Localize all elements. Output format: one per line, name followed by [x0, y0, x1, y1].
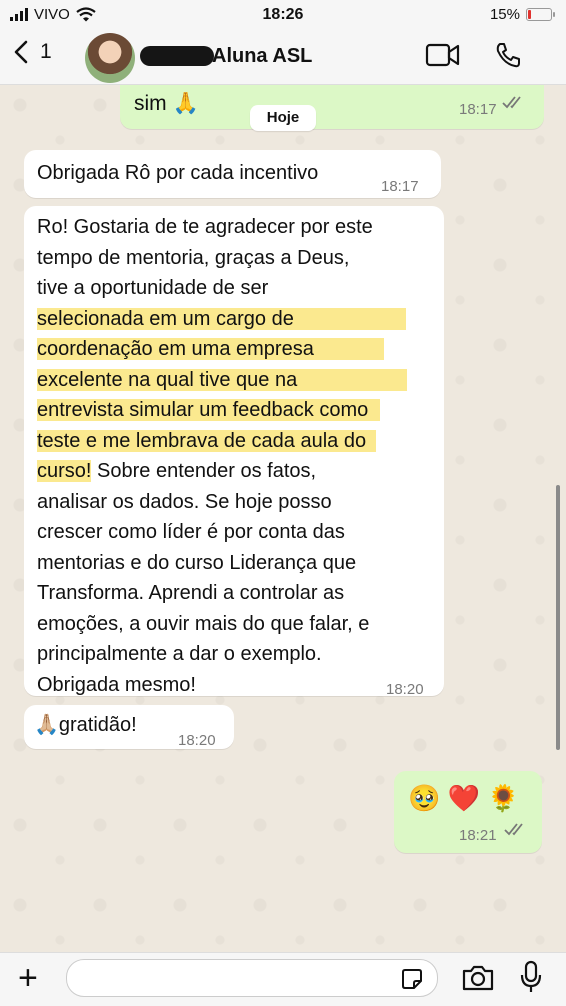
redacted-name: [140, 46, 214, 66]
back-chevron-icon: [14, 40, 28, 64]
message-text: sim 🙏: [134, 92, 199, 115]
message-time: 18:20: [178, 732, 216, 749]
double-check-icon: [502, 96, 521, 109]
message-emojis: 🥹 ❤️ 🌻: [408, 783, 520, 813]
message-line: emoções, a ouvir mais do que falar, e: [37, 612, 370, 635]
battery-icon: [526, 8, 555, 21]
highlighted-line: excelente na qual tive que na: [37, 368, 408, 391]
message-body: Ro! Gostaria de te agradecer por este te…: [37, 212, 408, 700]
microphone-icon[interactable]: [520, 960, 542, 994]
battery-group: 15%: [489, 6, 555, 23]
message-line: principalmente a dar o exemplo.: [37, 643, 322, 665]
message-time: 18:17: [459, 101, 497, 118]
message-time: 18:17: [381, 178, 419, 195]
clock: 18:26: [262, 6, 304, 23]
message-text: 🙏🏼gratidão!: [34, 714, 137, 736]
battery-percent: 15%: [489, 6, 520, 23]
sticker-icon[interactable]: [401, 968, 423, 990]
message-incoming[interactable]: Obrigada Rô por cada incentivo 18:17: [24, 150, 441, 198]
message-incoming[interactable]: 🙏🏼gratidão! 18:20: [24, 705, 234, 749]
contact-name[interactable]: Aluna ASL: [212, 45, 312, 68]
video-call-icon[interactable]: [425, 42, 461, 68]
highlighted-line: teste e me lembrava de cada aula do: [37, 429, 377, 452]
double-check-icon: [504, 823, 523, 836]
unread-count: 1: [40, 40, 52, 63]
message-time: 18:21: [459, 827, 497, 844]
date-separator: Hoje: [250, 105, 316, 131]
chat-area[interactable]: sim 🙏 18:17 Hoje Obrigada Rô por cada in…: [0, 85, 566, 952]
message-line: Sobre entender os fatos,: [91, 460, 317, 482]
plus-icon[interactable]: +: [18, 961, 38, 995]
message-line: Ro! Gostaria de te agradecer por este: [37, 216, 373, 238]
avatar[interactable]: [85, 33, 135, 83]
chat-header: 1 Aluna ASL: [0, 32, 566, 85]
message-text: Obrigada Rô por cada incentivo: [37, 162, 319, 184]
status-bar: VIVO 18:26 15%: [0, 0, 566, 32]
back-button[interactable]: 1: [14, 40, 52, 64]
message-line: tive a oportunidade de ser: [37, 277, 269, 299]
highlighted-line: entrevista simular um feedback como: [37, 399, 381, 421]
input-bar: +: [0, 952, 566, 1006]
message-line: crescer como líder é por conta das: [37, 521, 345, 543]
scrollbar[interactable]: [556, 485, 560, 750]
message-line: analisar os dados. Se hoje posso: [37, 490, 332, 513]
camera-icon[interactable]: [461, 964, 495, 992]
highlighted-line: curso!: [37, 460, 92, 482]
message-line: Obrigada mesmo!: [37, 673, 196, 696]
message-line: Transforma. Aprendi a controlar as: [37, 582, 345, 604]
message-line: tempo de mentoria, graças a Deus,: [37, 246, 350, 269]
message-time: 18:20: [386, 681, 424, 698]
highlighted-line: selecionada em um cargo de: [37, 307, 406, 330]
message-input[interactable]: [66, 959, 438, 997]
highlighted-line: coordenação em uma empresa: [37, 338, 384, 360]
phone-icon[interactable]: [494, 41, 522, 69]
message-line: mentorias e do curso Liderança que: [37, 551, 357, 574]
message-outgoing[interactable]: 🥹 ❤️ 🌻 18:21: [394, 771, 542, 853]
message-outgoing[interactable]: sim 🙏 18:17: [120, 85, 544, 129]
message-incoming[interactable]: Ro! Gostaria de te agradecer por este te…: [24, 206, 444, 698]
battery-fill: [528, 10, 531, 19]
